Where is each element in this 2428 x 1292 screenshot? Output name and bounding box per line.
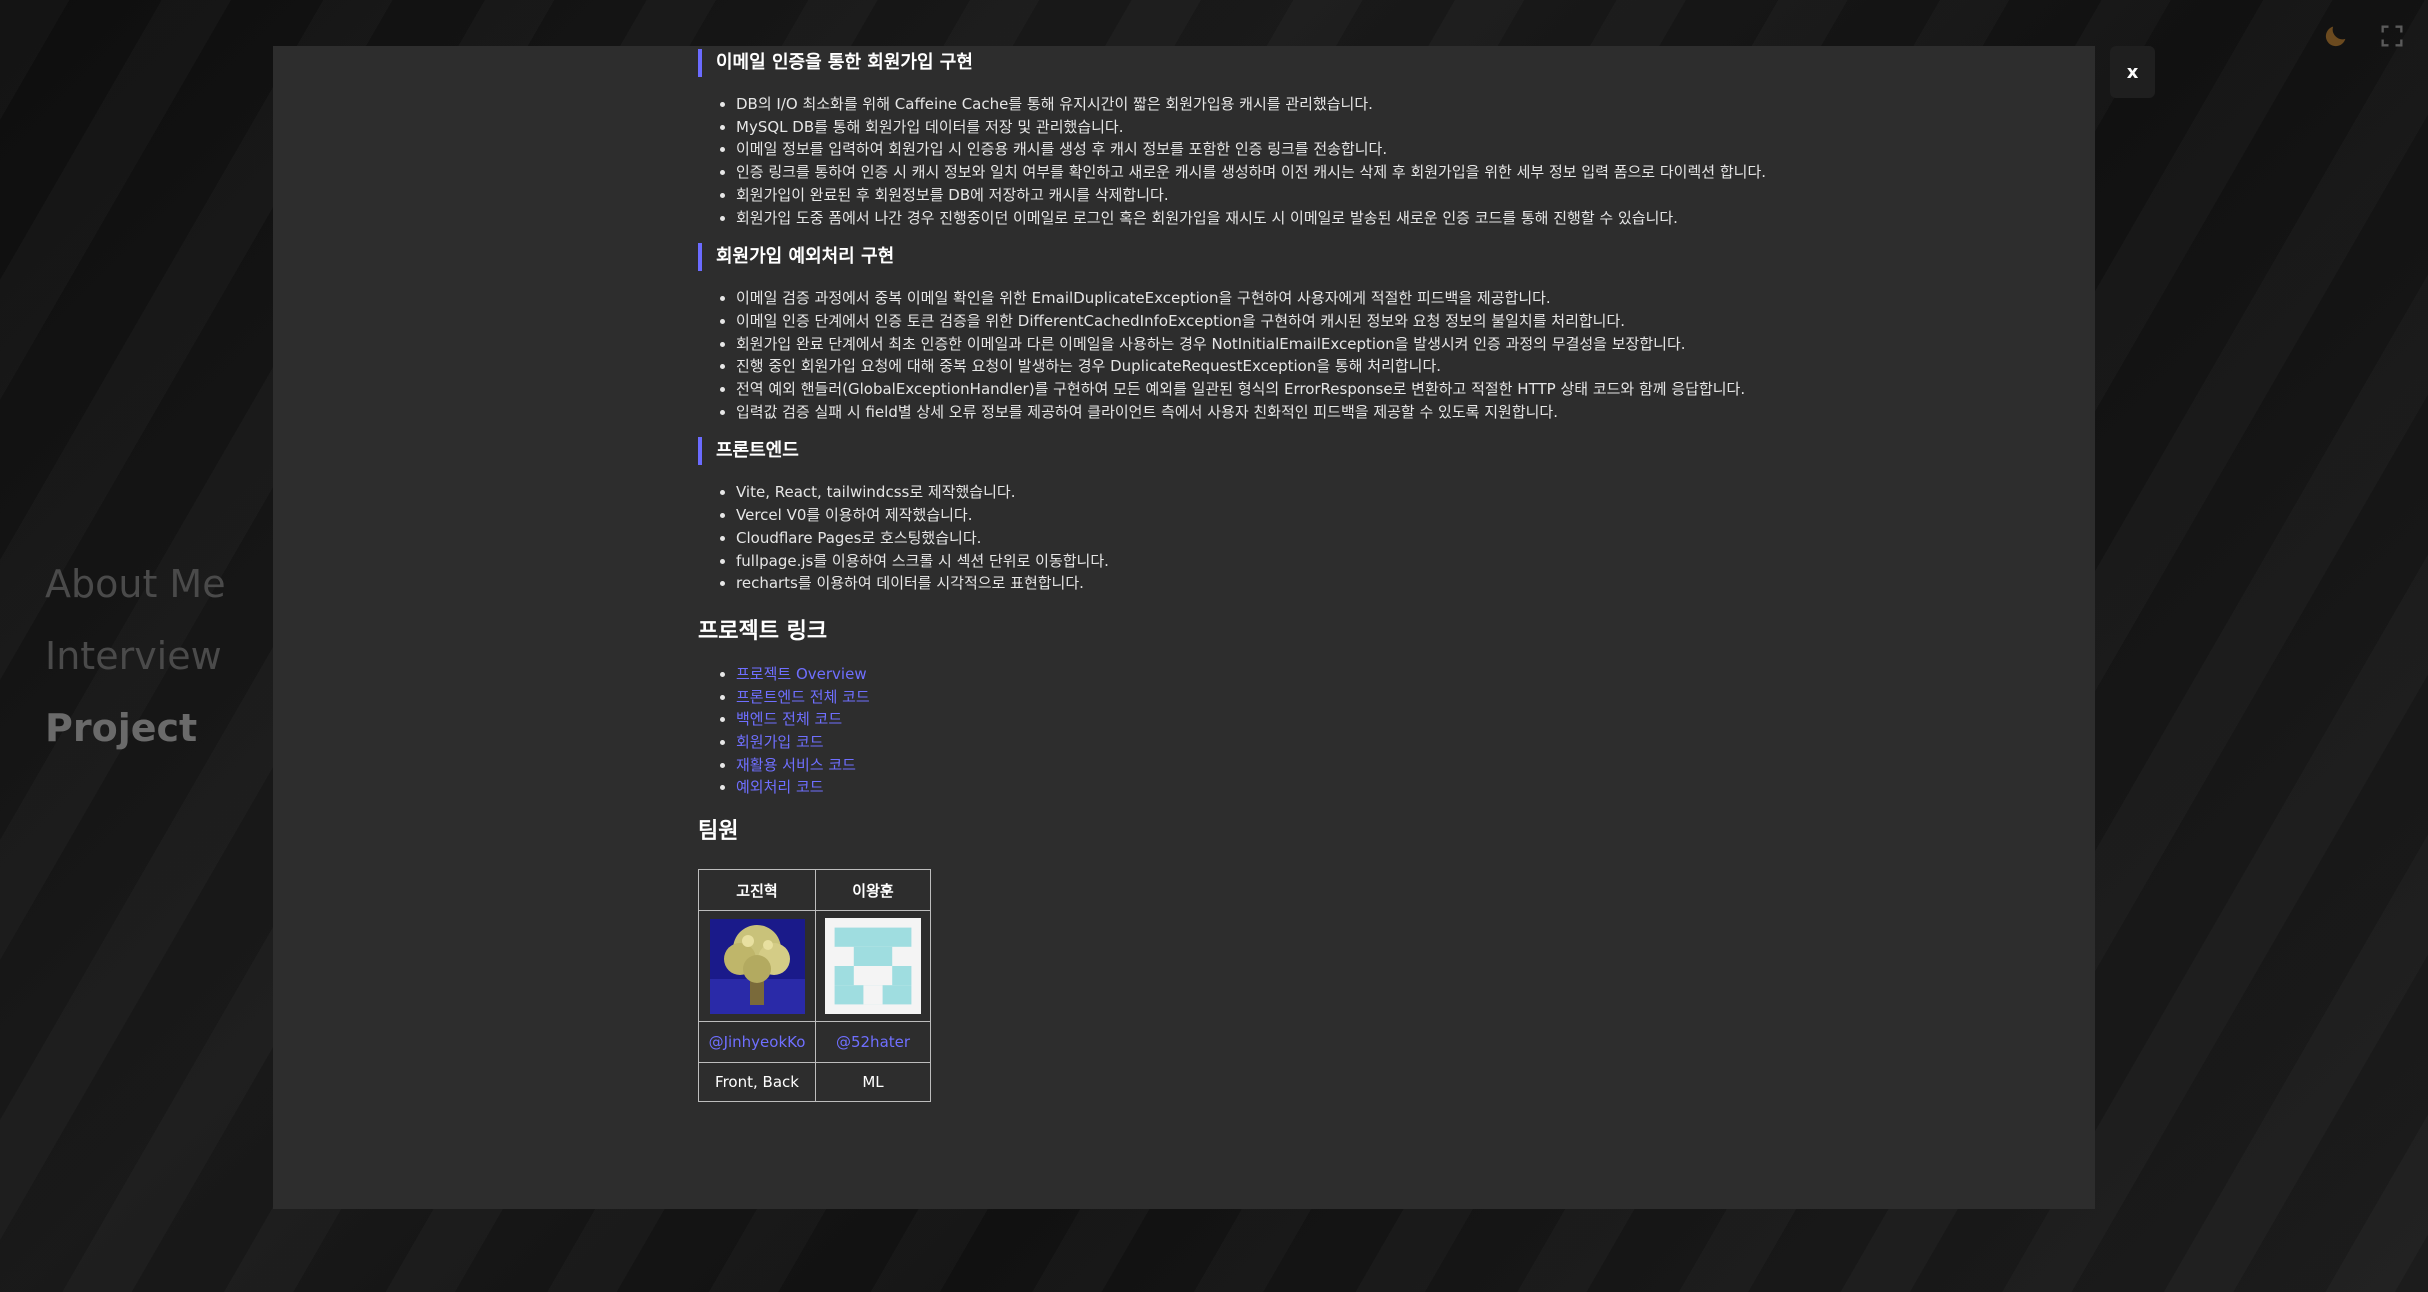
avatar bbox=[709, 918, 805, 1014]
list-item: Vite, React, tailwindcss로 제작했습니다. bbox=[736, 481, 1958, 504]
team-handle-cell: @52hater bbox=[815, 1021, 931, 1064]
team-table: 고진혁 이왕훈 @JinhyeokKo @52hater Front, Back… bbox=[698, 869, 931, 1103]
nav-item-interview[interactable]: Interview bbox=[45, 620, 226, 692]
github-link-jinhyeokko[interactable]: @JinhyeokKo bbox=[709, 1033, 806, 1051]
list-item: 백엔드 전체 코드 bbox=[736, 708, 1958, 731]
list-item: MySQL DB를 통해 회원가입 데이터를 저장 및 관리했습니다. bbox=[736, 116, 1958, 139]
team-member-role: ML bbox=[815, 1062, 931, 1103]
modal-content: 이메일 인증을 통한 회원가입 구현 DB의 I/O 최소화를 위해 Caffe… bbox=[698, 46, 1958, 1103]
list-item: 이메일 검증 과정에서 중복 이메일 확인을 위한 EmailDuplicate… bbox=[736, 287, 1958, 310]
table-row bbox=[698, 910, 931, 1023]
link-frontend-code[interactable]: 프론트엔드 전체 코드 bbox=[736, 688, 870, 706]
list-item: fullpage.js를 이용하여 스크롤 시 섹션 단위로 이동합니다. bbox=[736, 550, 1958, 573]
team-member-name: 고진혁 bbox=[698, 869, 816, 912]
list-item: recharts를 이용하여 데이터를 시각적으로 표현합니다. bbox=[736, 572, 1958, 595]
list-item: 전역 예외 핸들러(GlobalExceptionHandler)를 구현하여 … bbox=[736, 378, 1958, 401]
list-item: 회원가입 완료 단계에서 최초 인증한 이메일과 다른 이메일을 사용하는 경우… bbox=[736, 333, 1958, 356]
close-button[interactable]: x bbox=[2110, 46, 2155, 98]
project-links-list: 프로젝트 Overview 프론트엔드 전체 코드 백엔드 전체 코드 회원가입… bbox=[698, 663, 1958, 799]
list-item: Cloudflare Pages로 호스팅했습니다. bbox=[736, 527, 1958, 550]
section-title-frontend: 프론트엔드 bbox=[698, 437, 1958, 466]
github-link-52hater[interactable]: @52hater bbox=[836, 1033, 910, 1051]
list-frontend: Vite, React, tailwindcss로 제작했습니다. Vercel… bbox=[698, 481, 1958, 595]
team-title: 팀원 bbox=[698, 819, 739, 845]
list-item: 이메일 인증 단계에서 인증 토큰 검증을 위한 DifferentCached… bbox=[736, 310, 1958, 333]
list-item: 회원가입이 완료된 후 회원정보를 DB에 저장하고 캐시를 삭제합니다. bbox=[736, 184, 1958, 207]
list-item: Vercel V0를 이용하여 제작했습니다. bbox=[736, 504, 1958, 527]
link-recycle-service-code[interactable]: 재활용 서비스 코드 bbox=[736, 756, 856, 774]
fullscreen-icon[interactable] bbox=[2378, 22, 2406, 50]
section-title-email-signup: 이메일 인증을 통한 회원가입 구현 bbox=[698, 49, 1958, 77]
nav-item-project[interactable]: Project bbox=[45, 692, 226, 764]
table-row: Front, Back ML bbox=[698, 1062, 931, 1103]
avatar-cell bbox=[815, 910, 931, 1023]
team-handle-cell: @JinhyeokKo bbox=[698, 1021, 816, 1064]
list-email-signup: DB의 I/O 최소화를 위해 Caffeine Cache를 통해 유지시간이… bbox=[698, 93, 1958, 229]
list-item: 프로젝트 Overview bbox=[736, 663, 1958, 686]
link-project-overview[interactable]: 프로젝트 Overview bbox=[736, 665, 867, 683]
team-member-role: Front, Back bbox=[698, 1062, 816, 1103]
list-item: 진행 중인 회원가입 요청에 대해 중복 요청이 발생하는 경우 Duplica… bbox=[736, 355, 1958, 378]
list-item: 입력값 검증 실패 시 field별 상세 오류 정보를 제공하여 클라이언트 … bbox=[736, 401, 1958, 424]
list-item: 재활용 서비스 코드 bbox=[736, 754, 1958, 777]
side-nav: About Me Interview Project bbox=[45, 548, 226, 764]
section-title-signup-exceptions: 회원가입 예외처리 구현 bbox=[698, 243, 1958, 272]
project-links-title: 프로젝트 링크 bbox=[698, 618, 828, 644]
nav-item-about-me[interactable]: About Me bbox=[45, 548, 226, 620]
list-signup-exceptions: 이메일 검증 과정에서 중복 이메일 확인을 위한 EmailDuplicate… bbox=[698, 287, 1958, 423]
list-item: 예외처리 코드 bbox=[736, 776, 1958, 799]
project-modal: 이메일 인증을 통한 회원가입 구현 DB의 I/O 최소화를 위해 Caffe… bbox=[273, 46, 2095, 1209]
list-item: 회원가입 코드 bbox=[736, 731, 1958, 754]
link-signup-code[interactable]: 회원가입 코드 bbox=[736, 733, 824, 751]
list-item: 회원가입 도중 폼에서 나간 경우 진행중이던 이메일로 로그인 혹은 회원가입… bbox=[736, 207, 1958, 230]
list-item: 인증 링크를 통하여 인증 시 캐시 정보와 일치 여부를 확인하고 새로운 캐… bbox=[736, 161, 1958, 184]
avatar bbox=[825, 918, 921, 1015]
list-item: DB의 I/O 최소화를 위해 Caffeine Cache를 통해 유지시간이… bbox=[736, 93, 1958, 116]
list-item: 프론트엔드 전체 코드 bbox=[736, 686, 1958, 709]
list-item: 이메일 정보를 입력하여 회원가입 시 인증용 캐시를 생성 후 캐시 정보를 … bbox=[736, 138, 1958, 161]
top-icons bbox=[2322, 22, 2406, 50]
link-exception-code[interactable]: 예외처리 코드 bbox=[736, 778, 824, 796]
table-row: @JinhyeokKo @52hater bbox=[698, 1021, 931, 1064]
avatar-cell bbox=[698, 910, 816, 1023]
link-backend-code[interactable]: 백엔드 전체 코드 bbox=[736, 710, 842, 728]
table-row: 고진혁 이왕훈 bbox=[698, 869, 931, 912]
moon-icon[interactable] bbox=[2322, 22, 2350, 50]
team-member-name: 이왕훈 bbox=[815, 869, 931, 912]
